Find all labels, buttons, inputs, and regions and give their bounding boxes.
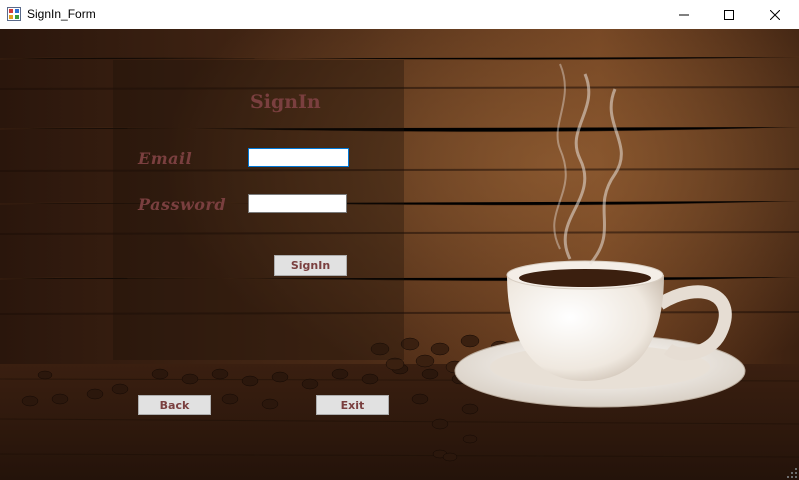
maximize-icon	[724, 9, 734, 20]
back-button[interactable]: Back	[138, 395, 211, 415]
close-button[interactable]	[752, 0, 798, 29]
signin-button[interactable]: SignIn	[274, 255, 347, 276]
resize-grip-icon[interactable]	[787, 468, 797, 478]
form-heading: SignIn	[250, 91, 321, 113]
app-form-icon	[7, 7, 21, 21]
form-client-area	[0, 29, 799, 480]
password-field[interactable]	[248, 194, 347, 213]
minimize-icon	[679, 14, 689, 15]
password-label: Password	[138, 195, 227, 214]
email-label: Email	[138, 149, 193, 168]
window-title: SignIn_Form	[27, 7, 96, 21]
exit-button[interactable]: Exit	[316, 395, 389, 415]
close-icon	[770, 9, 780, 20]
email-field[interactable]	[248, 148, 349, 167]
maximize-button[interactable]	[706, 0, 752, 29]
title-bar[interactable]: SignIn_Form	[0, 0, 799, 29]
minimize-button[interactable]	[661, 0, 707, 29]
